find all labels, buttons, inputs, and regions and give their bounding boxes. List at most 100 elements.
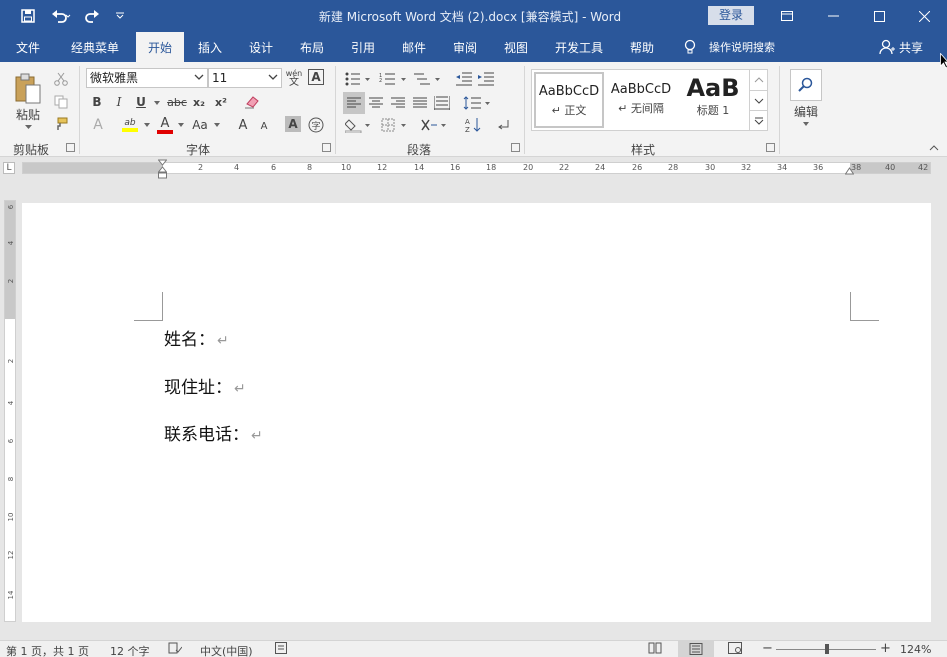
- zoom-level[interactable]: 124%: [900, 643, 931, 656]
- tab-selector[interactable]: L: [3, 162, 15, 174]
- underline-button[interactable]: U: [132, 93, 150, 111]
- web-layout-icon[interactable]: [728, 642, 742, 657]
- change-case-dropdown-icon[interactable]: [212, 122, 222, 128]
- editing-button[interactable]: 编辑: [784, 103, 828, 119]
- numbering-icon[interactable]: 12: [378, 70, 408, 88]
- tab-references[interactable]: 引用: [341, 32, 385, 62]
- tab-mailings[interactable]: 邮件: [392, 32, 436, 62]
- enclose-characters-icon[interactable]: 字: [307, 116, 325, 134]
- undo-icon[interactable]: [46, 6, 76, 26]
- strikethrough-button[interactable]: abc: [165, 93, 189, 111]
- font-size-combo[interactable]: 11: [208, 68, 282, 88]
- read-mode-icon[interactable]: [648, 642, 662, 657]
- tab-developer[interactable]: 开发工具: [548, 32, 610, 62]
- grow-font-button[interactable]: A: [234, 116, 252, 134]
- style-heading-1[interactable]: AaB 标题 1: [678, 72, 748, 128]
- justify-icon[interactable]: [410, 92, 430, 114]
- character-shading-button[interactable]: A: [285, 116, 301, 132]
- font-color-button[interactable]: A: [155, 115, 175, 135]
- tell-me-search[interactable]: 操作说明搜索: [683, 32, 775, 62]
- change-case-button[interactable]: Aa: [188, 116, 212, 134]
- tab-layout[interactable]: 布局: [290, 32, 334, 62]
- proofing-icon[interactable]: [168, 642, 183, 657]
- character-border-button[interactable]: A: [308, 69, 324, 85]
- document-line[interactable]: 姓名： ↵: [164, 325, 229, 350]
- align-right-icon[interactable]: [388, 92, 408, 114]
- document-page[interactable]: 姓名： ↵ 现住址： ↵ 联系电话： ↵: [22, 203, 931, 622]
- tab-insert[interactable]: 插入: [188, 32, 232, 62]
- collapse-ribbon-icon[interactable]: [926, 142, 942, 154]
- text-effects-icon[interactable]: A: [88, 116, 108, 134]
- tab-classic-menu[interactable]: 经典菜单: [62, 32, 128, 62]
- highlight-dropdown-icon[interactable]: [142, 122, 152, 128]
- underline-dropdown-icon[interactable]: [152, 100, 162, 106]
- document-line[interactable]: 现住址： ↵: [164, 373, 246, 398]
- zoom-out-button[interactable]: −: [762, 641, 773, 656]
- tab-design[interactable]: 设计: [239, 32, 283, 62]
- superscript-button[interactable]: x²: [212, 93, 230, 111]
- page-count[interactable]: 第 1 页，共 1 页: [6, 643, 89, 657]
- sort-icon[interactable]: AZ: [462, 115, 484, 135]
- shrink-font-button[interactable]: A: [256, 118, 272, 134]
- maximize-icon[interactable]: [856, 0, 902, 32]
- redo-icon[interactable]: [82, 6, 102, 26]
- clear-formatting-icon[interactable]: [242, 93, 262, 111]
- chinese-layout-icon[interactable]: [420, 115, 450, 135]
- tab-file[interactable]: 文件: [6, 32, 50, 62]
- language-indicator[interactable]: 中文(中国): [200, 643, 253, 657]
- style-no-spacing[interactable]: AaBbCcD ↵ 无间隔: [606, 72, 676, 128]
- italic-button[interactable]: I: [110, 93, 128, 111]
- show-formatting-marks-icon[interactable]: [494, 115, 514, 135]
- styles-more-icon[interactable]: [749, 110, 768, 130]
- word-count[interactable]: 12 个字: [110, 643, 150, 657]
- tab-review[interactable]: 审阅: [443, 32, 487, 62]
- style-normal[interactable]: AaBbCcD ↵ 正文: [534, 72, 604, 128]
- minimize-icon[interactable]: [810, 0, 856, 32]
- clipboard-launcher-icon[interactable]: [66, 143, 75, 152]
- horizontal-ruler[interactable]: L 2 4 6 8 10 12 14 16 18 20 22 24 26 28 …: [0, 157, 947, 179]
- ribbon-display-options-icon[interactable]: [764, 0, 810, 32]
- zoom-in-button[interactable]: +: [880, 641, 891, 656]
- share-button[interactable]: 共享: [879, 32, 923, 62]
- font-launcher-icon[interactable]: [322, 143, 331, 152]
- save-icon[interactable]: [18, 6, 38, 26]
- multilevel-list-icon[interactable]: [412, 70, 442, 88]
- align-center-icon[interactable]: [366, 92, 386, 114]
- cut-icon[interactable]: [52, 70, 70, 88]
- styles-launcher-icon[interactable]: [766, 143, 775, 152]
- increase-indent-icon[interactable]: [476, 70, 496, 88]
- decrease-indent-icon[interactable]: [454, 70, 474, 88]
- bold-button[interactable]: B: [88, 93, 106, 111]
- indent-marker-icon[interactable]: [157, 159, 168, 179]
- zoom-slider-thumb[interactable]: [825, 644, 829, 654]
- paste-dropdown-icon[interactable]: [20, 122, 36, 132]
- format-painter-icon[interactable]: [52, 115, 70, 133]
- styles-scroll-down-icon[interactable]: [749, 90, 768, 110]
- macro-record-icon[interactable]: [275, 642, 287, 657]
- copy-icon[interactable]: [52, 93, 70, 111]
- subscript-button[interactable]: x₂: [190, 93, 208, 111]
- print-layout-icon[interactable]: [678, 641, 714, 657]
- font-color-dropdown-icon[interactable]: [176, 122, 186, 128]
- customize-qat-icon[interactable]: [112, 6, 128, 26]
- close-icon[interactable]: [901, 0, 947, 32]
- login-button[interactable]: 登录: [708, 6, 754, 25]
- shading-icon[interactable]: [344, 115, 374, 135]
- tab-view[interactable]: 视图: [494, 32, 538, 62]
- editing-dropdown-icon[interactable]: [800, 120, 812, 128]
- vertical-ruler[interactable]: 6 4 2 2 4 6 8 10 12 14: [4, 200, 16, 622]
- right-indent-marker-icon[interactable]: [844, 164, 855, 175]
- search-icon[interactable]: [790, 69, 822, 101]
- document-line[interactable]: 联系电话： ↵: [164, 420, 263, 445]
- paste-button[interactable]: 粘贴: [8, 106, 48, 122]
- line-spacing-icon[interactable]: [462, 92, 492, 114]
- bullets-icon[interactable]: [344, 70, 372, 88]
- font-name-combo[interactable]: 微软雅黑: [86, 68, 208, 88]
- borders-icon[interactable]: [380, 115, 410, 135]
- paste-icon[interactable]: [8, 68, 48, 108]
- tab-help[interactable]: 帮助: [620, 32, 664, 62]
- align-left-icon[interactable]: [343, 92, 365, 114]
- tab-home[interactable]: 开始: [136, 32, 184, 62]
- phonetic-guide-button[interactable]: wén 文: [284, 67, 304, 89]
- paragraph-launcher-icon[interactable]: [511, 143, 520, 152]
